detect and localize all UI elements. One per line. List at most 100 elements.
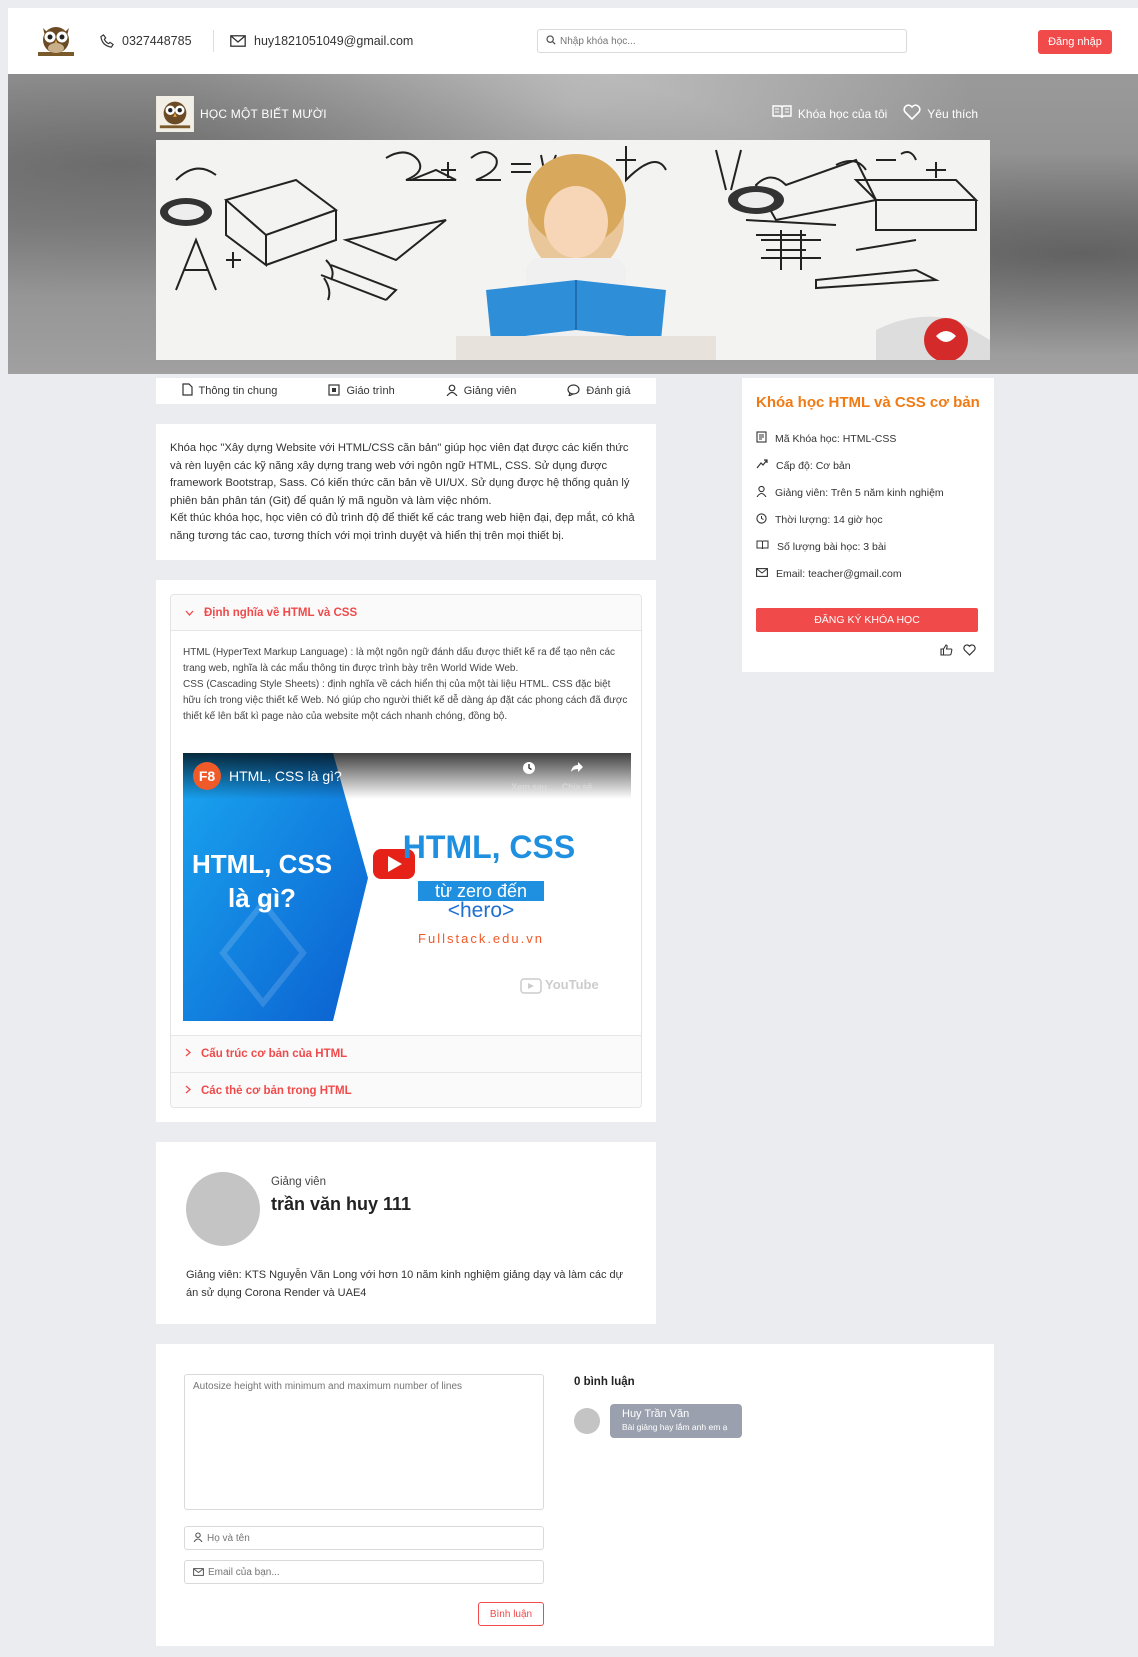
email-field[interactable] — [184, 1560, 544, 1584]
share-button[interactable]: Chia sẻ — [555, 761, 599, 795]
syllabus-accordion: Định nghĩa về HTML và CSS HTML (HyperTex… — [170, 594, 642, 1108]
tab-label: Thông tin chung — [198, 385, 278, 397]
tab-label: Giảng viên — [463, 385, 517, 397]
clock-icon — [507, 761, 551, 779]
watch-later-button[interactable]: Xem sau — [507, 761, 551, 795]
mail-icon — [193, 1565, 204, 1579]
info-text: Mã Khóa học: HTML-CSS — [775, 432, 897, 445]
video-top-bar: F8 HTML, CSS là gì? Xem sau Chia sẻ — [183, 753, 631, 799]
info-text: Cấp độ: Cơ bản — [776, 459, 851, 472]
banner-illustration — [156, 140, 990, 360]
search-icon — [546, 34, 556, 48]
course-tabs: Thông tin chung Giáo trình Giảng viên Đá… — [156, 378, 656, 404]
search-box[interactable] — [537, 29, 907, 53]
info-text: Thời lượng: 14 giờ học — [775, 513, 883, 526]
description-paragraph: Khóa học "Xây dựng Website với HTML/CSS … — [170, 442, 630, 507]
video-right-hero: <hero> — [447, 899, 515, 922]
owl-logo — [156, 96, 194, 132]
share-label: Chia sẻ — [561, 782, 593, 792]
accordion-title: Định nghĩa về HTML và CSS — [204, 606, 358, 619]
accordion-text: CSS (Cascading Style Sheets) : định nghĩ… — [183, 679, 628, 722]
video-left-line: HTML, CSS — [191, 849, 333, 879]
user-icon — [193, 1531, 203, 1545]
chevron-right-icon — [185, 1085, 191, 1097]
syllabus-card: Định nghĩa về HTML và CSS HTML (HyperTex… — [156, 580, 656, 1122]
user-icon — [756, 485, 767, 500]
accordion-header-collapsed[interactable]: Các thẻ cơ bản trong HTML — [171, 1072, 641, 1107]
video-title[interactable]: HTML, CSS là gì? — [229, 768, 342, 784]
tab-syllabus[interactable]: Giáo trình — [328, 383, 395, 399]
video-left-line: là gì? — [228, 883, 296, 913]
tab-label: Giáo trình — [346, 385, 395, 397]
email-input[interactable] — [208, 1566, 528, 1578]
email-contact[interactable]: huy1821051049@gmail.com — [230, 34, 413, 48]
favorites-label: Yêu thích — [927, 106, 978, 121]
phone-contact[interactable]: 0327448785 — [100, 34, 192, 48]
email-address: huy1821051049@gmail.com — [254, 34, 414, 48]
info-row: Số lượng bài học: 3 bài — [756, 533, 980, 560]
user-icon — [446, 384, 458, 399]
commenter-name: Huy Trần Văn — [622, 1408, 690, 1420]
instructor-name: trần văn huy 111 — [271, 1194, 412, 1214]
mail-icon — [230, 35, 246, 47]
tab-general-info[interactable]: Thông tin chung — [181, 383, 278, 399]
course-description: Khóa học "Xây dựng Website với HTML/CSS … — [156, 424, 656, 560]
accordion-header-open[interactable]: Định nghĩa về HTML và CSS — [171, 595, 641, 631]
course-actions — [940, 644, 976, 659]
login-button[interactable]: Đăng nhập — [1038, 30, 1112, 54]
submit-comment-button[interactable]: Bình luận — [478, 1602, 544, 1626]
comment-bubble: Huy Trần Văn Bài giảng hay lắm anh em ạ — [610, 1404, 742, 1438]
my-courses-link[interactable]: Khóa học của tôi — [772, 105, 887, 122]
info-row: Cấp độ: Cơ bản — [756, 452, 980, 479]
brand[interactable]: HỌC MỘT BIẾT MƯỜI — [156, 96, 327, 132]
heart-icon[interactable] — [963, 644, 976, 659]
hero-nav: Khóa học của tôi Yêu thích — [772, 104, 978, 123]
phone-icon — [100, 34, 114, 48]
course-info-card: Khóa học HTML và CSS cơ bản Mã Khóa học:… — [742, 378, 994, 672]
name-input[interactable] — [207, 1532, 527, 1544]
tab-reviews[interactable]: Đánh giá — [567, 383, 630, 399]
hero-banner — [156, 140, 990, 360]
instructor-role: Giảng viên — [271, 1176, 326, 1188]
book-icon — [756, 540, 769, 553]
document-icon — [181, 383, 193, 399]
course-title: Khóa học HTML và CSS cơ bản — [756, 394, 980, 411]
favorites-link[interactable]: Yêu thích — [903, 104, 978, 123]
book-icon — [328, 383, 341, 399]
info-row: Giảng viên: Trên 5 năm kinh nghiệm — [756, 479, 980, 506]
chevron-down-icon — [185, 607, 194, 619]
code-icon — [756, 431, 767, 446]
instructor-card: Giảng viên trần văn huy 111 Giảng viên: … — [156, 1142, 656, 1324]
search-input[interactable] — [560, 35, 890, 47]
info-row: Mã Khóa học: HTML-CSS — [756, 425, 980, 452]
channel-avatar[interactable]: F8 — [193, 762, 221, 790]
video-embed[interactable]: F8 HTML, CSS là gì? Xem sau Chia sẻ HTML… — [183, 753, 631, 1021]
register-course-button[interactable]: ĐĂNG KÝ KHÓA HỌC — [756, 608, 978, 632]
trend-icon — [756, 459, 768, 472]
info-row: Email: teacher@gmail.com — [756, 560, 980, 587]
video-right-title: HTML, CSS — [402, 829, 576, 865]
comment-text: Bài giảng hay lắm anh em ạ — [622, 1422, 728, 1432]
name-field[interactable] — [184, 1526, 544, 1550]
open-book-icon — [772, 105, 792, 122]
info-row: Thời lượng: 14 giờ học — [756, 506, 980, 533]
youtube-watermark[interactable]: YouTube — [545, 977, 599, 993]
like-icon[interactable] — [940, 644, 953, 659]
tab-instructor[interactable]: Giảng viên — [446, 384, 517, 399]
info-text: Giảng viên: Trên 5 năm kinh nghiệm — [775, 486, 944, 499]
description-paragraph: Kết thúc khóa học, học viên có đủ trình … — [170, 512, 635, 542]
accordion-header-collapsed[interactable]: Cấu trúc cơ bản của HTML — [171, 1035, 641, 1072]
mail-icon — [756, 567, 768, 580]
phone-number: 0327448785 — [122, 34, 192, 48]
comment-textarea[interactable] — [184, 1374, 544, 1510]
accordion-title: Cấu trúc cơ bản của HTML — [201, 1048, 348, 1060]
owl-logo[interactable] — [36, 22, 76, 60]
top-bar: 0327448785 huy1821051049@gmail.com Đăng … — [8, 8, 1138, 74]
brand-name: HỌC MỘT BIẾT MƯỜI — [200, 107, 327, 121]
comment-item: Huy Trần Văn Bài giảng hay lắm anh em ạ — [574, 1404, 742, 1438]
share-icon — [555, 761, 599, 779]
clock-icon — [756, 512, 767, 527]
divider — [213, 30, 214, 52]
comment-count: 0 bình luận — [574, 1376, 635, 1388]
video-right-sub: từ zero đến — [434, 881, 528, 901]
